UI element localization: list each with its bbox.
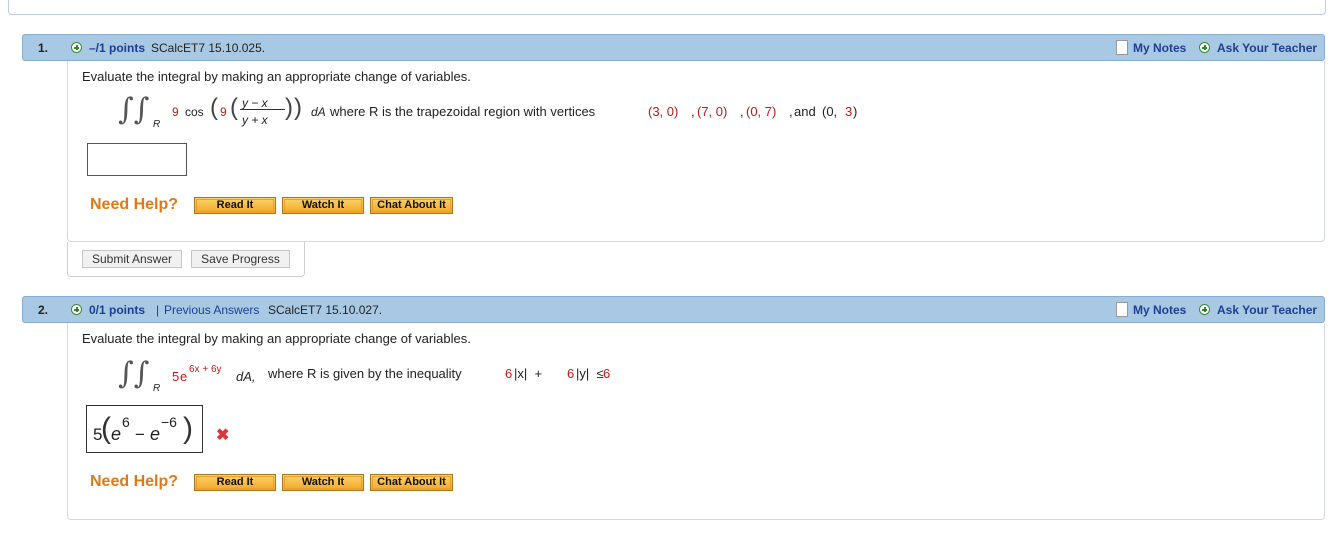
submit-answer-button[interactable]: Submit Answer <box>82 250 182 268</box>
my-notes-link[interactable]: My Notes <box>1133 303 1186 317</box>
separator: | <box>156 303 160 317</box>
double-integral-icon: ∫∫ <box>118 92 150 127</box>
question-number: 2. <box>38 303 49 317</box>
dA-label: dA <box>311 105 326 119</box>
notes-icon[interactable] <box>1116 40 1128 55</box>
cos-function: cos <box>185 105 204 119</box>
inequality-coef-x: 6 <box>505 366 513 381</box>
notes-icon[interactable] <box>1116 302 1128 317</box>
outer-paren-left: ( <box>210 94 218 121</box>
region-description: where R is the trapezoidal region with v… <box>330 104 596 119</box>
ask-teacher-plus-icon[interactable] <box>1199 304 1210 315</box>
need-help-label: Need Help? <box>90 473 179 490</box>
integral-region: R <box>153 383 161 394</box>
fraction-bar <box>240 109 285 110</box>
fraction-numerator: y − x <box>242 96 268 110</box>
watch-it-button[interactable]: Watch It <box>282 474 364 491</box>
answer-exp1: 6 <box>122 414 130 430</box>
ask-teacher-link[interactable]: Ask Your Teacher <box>1217 303 1317 317</box>
integrand-base: e <box>180 369 188 384</box>
vertex-2: (7, 0) <box>697 104 728 119</box>
fraction-denominator: y + x <box>242 113 268 127</box>
vertex-4-value: 3 <box>845 104 853 119</box>
integral-region: R <box>153 119 161 130</box>
expand-plus-icon[interactable] <box>71 42 82 53</box>
vertex-4-open: (0, <box>822 104 838 119</box>
answer-paren-left: ( <box>101 412 111 445</box>
answer-e1: e <box>111 424 122 444</box>
question-2-header: 2. 0/1 points | Previous Answers SCalcET… <box>22 296 1325 323</box>
expand-plus-icon[interactable] <box>71 304 82 315</box>
answer-minus: − <box>135 425 145 444</box>
need-help-label: Need Help? <box>90 196 179 213</box>
dA-label: dA, <box>236 369 256 384</box>
integrand-exponent: 6x + 6y <box>189 364 222 375</box>
ask-teacher-link[interactable]: Ask Your Teacher <box>1217 41 1317 55</box>
integrand-coef: 5 <box>172 369 180 384</box>
inequality-bound: 6 <box>603 366 611 381</box>
watch-it-button[interactable]: Watch It <box>282 197 364 214</box>
question-1-body <box>67 61 1325 242</box>
read-it-button[interactable]: Read It <box>194 197 276 214</box>
vertex-4-close: ) <box>853 104 858 119</box>
question-1-header: 1. –/1 points SCalcET7 15.10.025. My Not… <box>22 34 1325 61</box>
vertex-3: (0, 7) <box>746 104 777 119</box>
outer-paren-right: ) <box>294 94 302 121</box>
question-2-prompt: Evaluate the integral by making an appro… <box>82 331 471 346</box>
points-link[interactable]: –/1 points <box>89 41 145 55</box>
question-number: 1. <box>38 41 49 55</box>
answer-input[interactable] <box>87 143 187 176</box>
read-it-button[interactable]: Read It <box>194 474 276 491</box>
chat-about-it-button[interactable]: Chat About It <box>370 197 453 214</box>
save-progress-button[interactable]: Save Progress <box>191 250 290 268</box>
inequality-abs-x: |x| + <box>514 366 550 381</box>
double-integral-icon: ∫∫ <box>118 356 150 391</box>
vertex-1: (3, 0) <box>648 104 679 119</box>
answer-e2: e <box>150 424 161 444</box>
previous-question-panel <box>8 0 1326 15</box>
incorrect-x-icon: ✖ <box>216 427 230 444</box>
question-source: SCalcET7 15.10.025. <box>151 41 266 55</box>
answer-exp2: −6 <box>161 414 177 430</box>
inner-paren-left: ( <box>230 94 238 121</box>
ask-teacher-plus-icon[interactable] <box>1199 42 1210 53</box>
my-notes-link[interactable]: My Notes <box>1133 41 1186 55</box>
previous-answers-link[interactable]: Previous Answers <box>164 303 259 317</box>
answer-paren-right: ) <box>183 412 193 445</box>
inner-coef: 9 <box>220 105 227 119</box>
inequality-coef-y: 6 <box>567 366 575 381</box>
region-description: where R is given by the inequality <box>268 366 462 381</box>
chat-about-it-button[interactable]: Chat About It <box>370 474 453 491</box>
question-1-prompt: Evaluate the integral by making an appro… <box>82 69 471 84</box>
points-link[interactable]: 0/1 points <box>89 303 145 317</box>
inner-paren-right: ) <box>285 94 293 121</box>
and-word: and <box>794 104 816 119</box>
integrand-coef: 9 <box>172 105 179 119</box>
question-source: SCalcET7 15.10.027. <box>268 303 383 317</box>
submitted-answer-box: 5 ( e 6 − e −6 ) <box>86 405 203 453</box>
